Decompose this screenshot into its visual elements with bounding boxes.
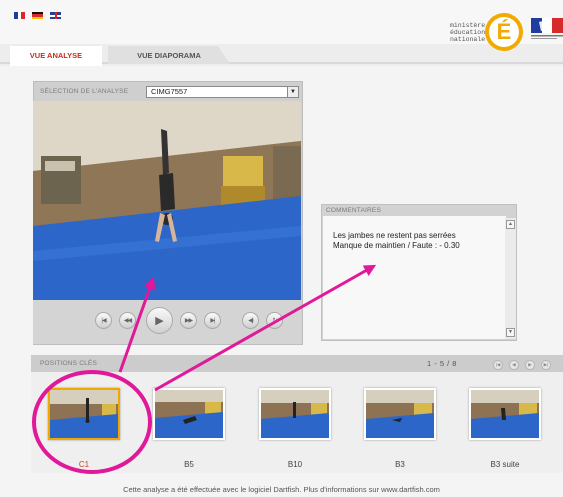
player-controls: |◀ ◀◀ ▶ ▶▶ ▶| ◀) ↻ bbox=[33, 300, 301, 344]
thumbnail-b3[interactable] bbox=[364, 388, 436, 440]
comments-label: COMMENTAIRES bbox=[326, 207, 382, 214]
first-frame-button[interactable]: |◀ bbox=[95, 312, 112, 329]
video-player[interactable] bbox=[33, 101, 301, 300]
prev-page-icon[interactable]: ◀ bbox=[509, 360, 519, 370]
thumbnail-label: C1 bbox=[78, 460, 90, 469]
thumbnail-label: B10 bbox=[287, 460, 303, 469]
thumbnail-b3-suite[interactable] bbox=[469, 388, 541, 440]
selection-label: SÉLECTION DE L'ANALYSE bbox=[40, 88, 129, 95]
comment-line: Manque de maintien / Faute : - 0.30 bbox=[333, 240, 460, 250]
scroll-up-icon[interactable]: ▲ bbox=[506, 220, 515, 229]
first-icon: |◀ bbox=[101, 318, 106, 324]
next-icon: ▶▶ bbox=[184, 318, 193, 324]
chevron-down-icon[interactable]: ▼ bbox=[287, 87, 298, 97]
next-page-icon[interactable]: ▶ bbox=[525, 360, 535, 370]
last-icon: ▶| bbox=[210, 318, 215, 324]
tab-vue-diaporama[interactable]: VUE DIAPORAMA bbox=[108, 46, 230, 64]
thumbnail-label: B3 bbox=[395, 460, 405, 469]
thumbnail-label: B3 suite bbox=[490, 460, 520, 469]
last-frame-button[interactable]: ▶| bbox=[204, 312, 221, 329]
comments-scrollbar[interactable]: ▲ ▼ bbox=[505, 218, 516, 339]
uk-flag-icon[interactable] bbox=[50, 12, 61, 19]
thumbnail-b5[interactable] bbox=[153, 388, 225, 440]
last-page-icon[interactable]: ▶| bbox=[541, 360, 551, 370]
comment-line: Les jambes ne restent pas serrées bbox=[333, 231, 456, 240]
tab-vue-analyse[interactable]: VUE ANALYSE bbox=[10, 46, 102, 66]
key-positions-header bbox=[31, 355, 563, 372]
volume-button[interactable]: ◀) bbox=[242, 312, 259, 329]
first-page-icon[interactable]: |◀ bbox=[493, 360, 503, 370]
play-icon: ▶ bbox=[155, 315, 164, 327]
selected-analysis: CIMG7557 bbox=[151, 87, 188, 96]
thumbnail-c1[interactable] bbox=[48, 388, 120, 440]
play-button[interactable]: ▶ bbox=[146, 307, 173, 334]
loop-button[interactable]: ↻ bbox=[266, 312, 283, 329]
language-flags bbox=[14, 12, 61, 19]
next-button[interactable]: ▶▶ bbox=[180, 312, 197, 329]
key-positions-label: POSITIONS CLÉS bbox=[40, 360, 97, 367]
fr-flag-icon[interactable] bbox=[14, 12, 26, 19]
thumbnail-b10[interactable] bbox=[259, 388, 331, 440]
credit-text: Cette analyse a été effectuée avec le lo… bbox=[123, 485, 440, 494]
de-flag-icon[interactable] bbox=[32, 12, 43, 19]
pager-text: 1 - 5 / 8 bbox=[427, 359, 457, 368]
thumbnail-label: B5 bbox=[184, 460, 194, 469]
view-tabs: VUE ANALYSE VUE DIAPORAMA bbox=[0, 46, 563, 66]
comments-text: Les jambes ne restent pas serrées Manque… bbox=[333, 231, 460, 250]
volume-icon: ◀) bbox=[248, 318, 254, 324]
previous-button[interactable]: ◀◀ bbox=[119, 312, 136, 329]
loop-icon: ↻ bbox=[272, 318, 277, 324]
analysis-select[interactable]: CIMG7557 ▼ bbox=[146, 86, 299, 98]
ministere-text: ministère éducation nationale bbox=[450, 22, 486, 43]
scroll-down-icon[interactable]: ▼ bbox=[506, 328, 515, 337]
marianne-flag-icon bbox=[531, 18, 563, 39]
prev-icon: ◀◀ bbox=[123, 318, 132, 324]
